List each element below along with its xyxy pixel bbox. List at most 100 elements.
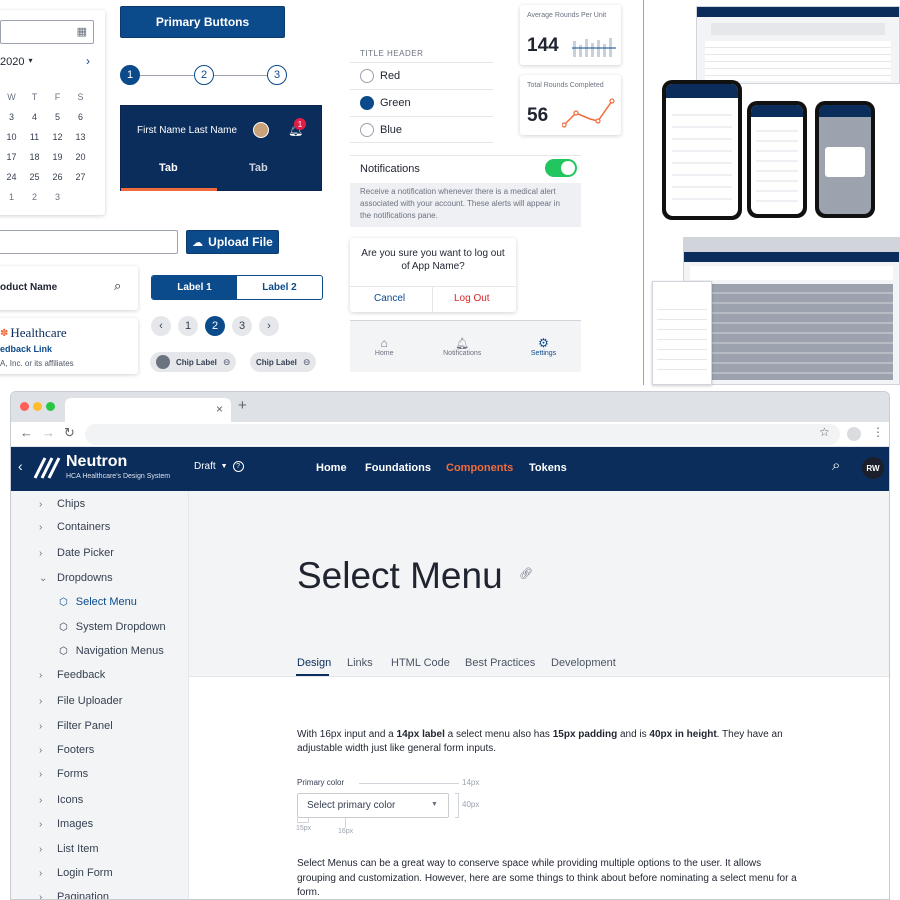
maximize-window-dot[interactable] xyxy=(46,402,55,411)
page-1[interactable]: 1 xyxy=(178,316,198,336)
sidebar-item-feedback[interactable]: › Feedback xyxy=(11,664,191,686)
menu-kebab-icon[interactable]: ⋮ xyxy=(872,425,884,439)
sidebar-item-login-form[interactable]: › Login Form xyxy=(11,862,191,884)
sidebar-item-pagination[interactable]: › Pagination xyxy=(11,886,191,899)
step-2[interactable]: 2 xyxy=(194,65,214,85)
page-3[interactable]: 3 xyxy=(232,316,252,336)
calendar-icon[interactable]: ▦ xyxy=(77,25,87,38)
remove-icon[interactable]: ⊖ xyxy=(303,357,311,368)
bookmark-star-icon[interactable]: ☆ xyxy=(819,425,830,439)
day-cell[interactable]: 11 xyxy=(23,132,46,142)
segment-label-1[interactable]: Label 1 xyxy=(152,276,237,299)
next-month-icon[interactable]: › xyxy=(86,54,90,68)
help-icon[interactable]: ? xyxy=(232,461,244,472)
day-cell[interactable]: 18 xyxy=(23,152,46,162)
radio-red[interactable] xyxy=(360,69,374,83)
month-label[interactable]: 2020 xyxy=(0,56,24,68)
sidebar-item-system-dropdown[interactable]: ⬡ System Dropdown xyxy=(11,616,191,638)
nav-components[interactable]: Components xyxy=(446,462,513,474)
chevron-down-icon[interactable]: ▾ xyxy=(28,56,32,68)
day-cell[interactable]: 13 xyxy=(69,132,92,142)
day-cell[interactable]: 20 xyxy=(69,152,92,162)
day-cell[interactable]: 26 xyxy=(46,172,69,182)
date-input[interactable]: ▦ xyxy=(0,20,94,44)
close-window-dot[interactable] xyxy=(20,402,29,411)
nav-settings[interactable]: ⚙ Settings xyxy=(531,336,556,357)
search-icon[interactable]: ⌕ xyxy=(832,457,840,474)
primary-button[interactable]: Primary Buttons xyxy=(120,6,285,38)
sidebar-item-list-item[interactable]: › List Item xyxy=(11,838,191,860)
sidebar-item-containers[interactable]: › Containers xyxy=(11,516,191,538)
logout-button[interactable]: Log Out xyxy=(454,293,490,304)
day-cell[interactable] xyxy=(69,192,92,202)
tab-development[interactable]: Development xyxy=(551,657,616,669)
profile-icon[interactable] xyxy=(847,427,861,441)
tab-design[interactable]: Design xyxy=(297,657,331,669)
neutron-logo-icon[interactable] xyxy=(33,456,63,480)
day-cell[interactable]: 6 xyxy=(69,112,92,122)
sidebar-item-images[interactable]: › Images xyxy=(11,813,191,835)
sidebar-item-forms[interactable]: › Forms xyxy=(11,763,191,785)
tab-best-practices[interactable]: Best Practices xyxy=(465,657,535,669)
day-cell[interactable]: 24 xyxy=(0,172,23,182)
day-cell[interactable]: 5 xyxy=(46,112,69,122)
nav-home[interactable]: ⌂ Home xyxy=(375,336,394,357)
day-cell[interactable]: 17 xyxy=(0,152,23,162)
feedback-link[interactable]: edback Link xyxy=(0,344,52,354)
upload-button[interactable]: ☁ Upload File xyxy=(186,230,279,254)
new-tab-icon[interactable]: + xyxy=(238,397,247,414)
back-icon[interactable]: ← xyxy=(20,425,33,440)
browser-tab[interactable]: × xyxy=(65,398,231,422)
day-cell[interactable]: 12 xyxy=(46,132,69,142)
page-2[interactable]: 2 xyxy=(205,316,225,336)
collapse-icon[interactable]: ‹ xyxy=(18,458,23,474)
toggle-switch[interactable] xyxy=(545,159,577,177)
nav-notifications[interactable]: 🔔︎ Notifications xyxy=(443,337,481,357)
nav-tokens[interactable]: Tokens xyxy=(529,462,567,474)
radio-blue[interactable] xyxy=(360,122,374,137)
remove-icon[interactable]: ⊖ xyxy=(223,357,231,368)
next-page-icon[interactable]: › xyxy=(259,316,279,336)
nav-home[interactable]: Home xyxy=(316,462,347,474)
search-icon[interactable]: ⌕ xyxy=(114,278,121,294)
segment-label-2[interactable]: Label 2 xyxy=(237,276,322,299)
day-cell[interactable]: 1 xyxy=(0,192,23,202)
prev-page-icon[interactable]: ‹ xyxy=(151,316,171,336)
address-bar[interactable] xyxy=(85,424,840,445)
day-cell[interactable]: 4 xyxy=(23,112,46,122)
chip[interactable]: Chip Label ⊖ xyxy=(150,352,237,372)
user-avatar[interactable]: RW xyxy=(862,457,884,479)
select-example[interactable]: Select primary color ▼ xyxy=(297,793,449,818)
radio-green[interactable] xyxy=(360,96,374,110)
day-cell[interactable]: 3 xyxy=(46,192,69,202)
sidebar-item-filter-panel[interactable]: › Filter Panel xyxy=(11,715,191,737)
sidebar-item-dropdowns[interactable]: ⌄ Dropdowns xyxy=(11,567,191,589)
day-cell[interactable]: 27 xyxy=(69,172,92,182)
tab-html-code[interactable]: HTML Code xyxy=(391,657,450,669)
sidebar-item-navigation-menus[interactable]: ⬡ Navigation Menus xyxy=(11,640,191,662)
tab-active[interactable]: Tab xyxy=(159,162,178,174)
sidebar-item-footers[interactable]: › Footers xyxy=(11,739,191,761)
chip[interactable]: Chip Label ⊖ xyxy=(250,352,317,372)
anchor-link-icon[interactable]: 🔗︎ xyxy=(519,567,533,580)
close-tab-icon[interactable]: × xyxy=(216,402,223,416)
avatar[interactable] xyxy=(253,122,269,138)
day-cell[interactable]: 25 xyxy=(23,172,46,182)
sidebar-item-icons[interactable]: › Icons xyxy=(11,789,191,811)
day-cell[interactable]: 19 xyxy=(46,152,69,162)
draft-selector[interactable]: Draft ▼ ? xyxy=(194,461,244,472)
cancel-button[interactable]: Cancel xyxy=(374,293,405,304)
tab-inactive[interactable]: Tab xyxy=(249,162,268,174)
site-logo-text[interactable]: Neutron xyxy=(66,453,127,471)
minimize-window-dot[interactable] xyxy=(33,402,42,411)
nav-foundations[interactable]: Foundations xyxy=(365,462,431,474)
sidebar-item-date-picker[interactable]: › Date Picker xyxy=(11,542,191,564)
sidebar-item-file-uploader[interactable]: › File Uploader xyxy=(11,690,191,712)
tab-links[interactable]: Links xyxy=(347,657,373,669)
sidebar-item-chips[interactable]: › Chips xyxy=(11,493,191,515)
day-cell[interactable]: 2 xyxy=(23,192,46,202)
sidebar-item-select-menu[interactable]: ⬡ Select Menu xyxy=(11,591,191,613)
day-cell[interactable]: 3 xyxy=(0,112,23,122)
reload-icon[interactable]: ↻ xyxy=(64,425,75,441)
step-3[interactable]: 3 xyxy=(267,65,287,85)
